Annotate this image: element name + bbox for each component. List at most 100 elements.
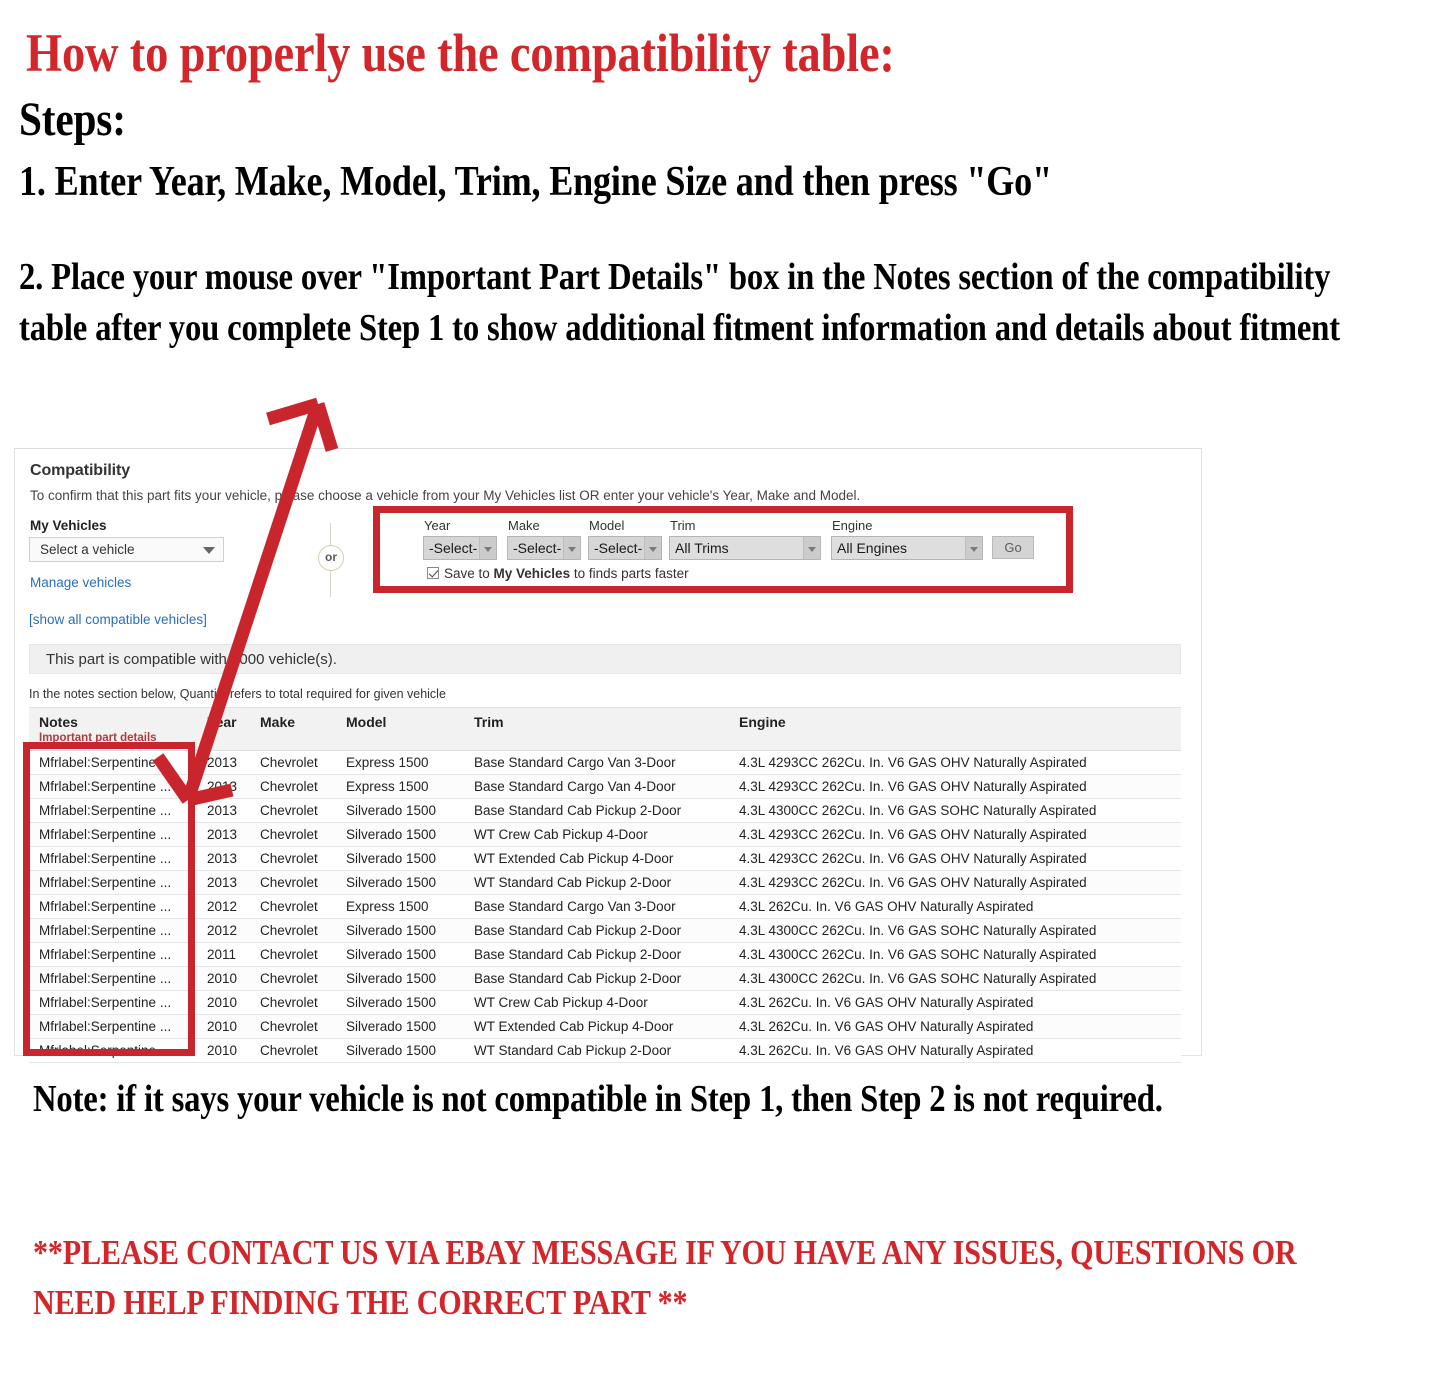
table-row[interactable]: Mfrlabel:Serpentine ... 2013 Chevrolet Silv…	[29, 870, 1181, 895]
table-row[interactable]: Mfrlabel:Serpentine ... 2013 Chevrolet Silv…	[29, 846, 1181, 871]
table-row[interactable]: Mfrlabel:Serpentine ... 2013 Chevrolet Silv…	[29, 798, 1181, 823]
cell-make: Chevrolet	[250, 942, 336, 967]
cell-engine: 4.3L 4300CC 262Cu. In. V6 GAS SOHC Natur…	[729, 942, 1181, 967]
table-row[interactable]: Mfrlabel:Serpentine ... 2010 Chevrolet Silv…	[29, 966, 1181, 991]
cell-year: 2012	[197, 918, 250, 943]
year-dropdown[interactable]: -Select-	[423, 536, 497, 560]
cell-trim: Base Standard Cargo Van 3-Door	[464, 894, 729, 919]
save-to-my-vehicles-row[interactable]: Save to My Vehicles to finds parts faste…	[427, 566, 689, 581]
column-header-trim[interactable]: Trim	[464, 707, 729, 751]
cell-notes: Mfrlabel:Serpentine ...	[29, 966, 197, 991]
compatibility-heading: Compatibility	[30, 462, 131, 479]
cell-make: Chevrolet	[250, 966, 336, 991]
cell-engine: 4.3L 4300CC 262Cu. In. V6 GAS SOHC Natur…	[729, 966, 1181, 991]
cell-engine: 4.3L 262Cu. In. V6 GAS OHV Naturally Asp…	[729, 894, 1181, 919]
cell-make: Chevrolet	[250, 798, 336, 823]
cell-make: Chevrolet	[250, 1014, 336, 1039]
table-row[interactable]: Mfrlabel:Serpentine ... 2013 Chevrolet Expr…	[29, 750, 1181, 775]
cell-trim: WT Extended Cab Pickup 4-Door	[464, 1014, 729, 1039]
steps-label: Steps:	[19, 93, 126, 146]
engine-label: Engine	[832, 518, 873, 533]
cell-make: Chevrolet	[250, 774, 336, 799]
table-row[interactable]: Mfrlabel:Serpentine ... 2013 Chevrolet Silv…	[29, 822, 1181, 847]
cell-notes: Mfrlabel:Serpentine ...	[29, 750, 197, 775]
page-title: How to properly use the compatibility ta…	[26, 23, 895, 83]
cell-trim: WT Crew Cab Pickup 4-Door	[464, 990, 729, 1015]
manage-vehicles-link[interactable]: Manage vehicles	[30, 575, 131, 590]
cell-make: Chevrolet	[250, 990, 336, 1015]
table-row[interactable]: Mfrlabel:Serpentine ... 2010 Chevrolet Silv…	[29, 1038, 1181, 1063]
cell-engine: 4.3L 4300CC 262Cu. In. V6 GAS SOHC Natur…	[729, 918, 1181, 943]
cell-engine: 4.3L 262Cu. In. V6 GAS OHV Naturally Asp…	[729, 1014, 1181, 1039]
my-vehicles-label: My Vehicles	[30, 518, 107, 533]
cell-model: Silverado 1500	[336, 1038, 464, 1063]
table-row[interactable]: Mfrlabel:Serpentine ... 2010 Chevrolet Silv…	[29, 990, 1181, 1015]
save-to-my-vehicles-checkbox[interactable]	[427, 567, 439, 579]
step-2-text: 2. Place your mouse over "Important Part…	[19, 256, 1340, 349]
cell-make: Chevrolet	[250, 750, 336, 775]
table-row[interactable]: Mfrlabel:Serpentine ... 2013 Chevrolet Expr…	[29, 774, 1181, 799]
table-header-row: Notes Important part details Year Make M…	[29, 707, 1181, 751]
cell-model: Silverado 1500	[336, 870, 464, 895]
cell-engine: 4.3L 4293CC 262Cu. In. V6 GAS OHV Natura…	[729, 870, 1181, 895]
cell-make: Chevrolet	[250, 1038, 336, 1063]
engine-value: All Engines	[837, 540, 908, 556]
show-all-compatible-vehicles-link[interactable]: [show all compatible vehicles]	[29, 612, 207, 627]
column-header-year[interactable]: Year	[197, 707, 250, 751]
chevron-down-icon	[965, 537, 982, 559]
trim-dropdown[interactable]: All Trims	[669, 536, 821, 560]
cell-make: Chevrolet	[250, 918, 336, 943]
cell-trim: WT Standard Cab Pickup 2-Door	[464, 1038, 729, 1063]
cell-make: Chevrolet	[250, 894, 336, 919]
cell-year: 2013	[197, 750, 250, 775]
cell-year: 2013	[197, 798, 250, 823]
table-row[interactable]: Mfrlabel:Serpentine ... 2011 Chevrolet Silv…	[29, 942, 1181, 967]
chevron-down-icon	[563, 537, 580, 559]
cell-model: Silverado 1500	[336, 966, 464, 991]
save-prefix-label: Save to	[444, 566, 494, 581]
or-divider: or	[318, 523, 344, 597]
cell-notes: Mfrlabel:Serpentine ...	[29, 942, 197, 967]
cell-trim: WT Crew Cab Pickup 4-Door	[464, 822, 729, 847]
cell-model: Express 1500	[336, 750, 464, 775]
cell-model: Silverado 1500	[336, 798, 464, 823]
compatibility-table: Notes Important part details Year Make M…	[29, 707, 1181, 1063]
contact-text: **PLEASE CONTACT US VIA EBAY MESSAGE IF …	[33, 1233, 1297, 1322]
cell-engine: 4.3L 4293CC 262Cu. In. V6 GAS OHV Natura…	[729, 774, 1181, 799]
column-header-notes[interactable]: Notes Important part details	[29, 707, 197, 751]
cell-make: Chevrolet	[250, 822, 336, 847]
or-label: or	[318, 545, 344, 571]
make-dropdown[interactable]: -Select-	[507, 536, 581, 560]
model-value: -Select-	[594, 540, 643, 556]
vehicle-select-value: Select a vehicle	[40, 542, 135, 557]
table-row[interactable]: Mfrlabel:Serpentine ... 2012 Chevrolet Expr…	[29, 894, 1181, 919]
cell-trim: Base Standard Cab Pickup 2-Door	[464, 966, 729, 991]
cell-year: 2010	[197, 966, 250, 991]
column-header-engine[interactable]: Engine	[729, 707, 1181, 751]
go-button[interactable]: Go	[992, 536, 1034, 559]
chevron-down-icon	[644, 537, 661, 559]
cell-model: Silverado 1500	[336, 1014, 464, 1039]
trim-label: Trim	[670, 518, 696, 533]
column-header-model[interactable]: Model	[336, 707, 464, 751]
cell-make: Chevrolet	[250, 846, 336, 871]
chevron-down-icon	[803, 537, 820, 559]
cell-year: 2013	[197, 774, 250, 799]
cell-model: Silverado 1500	[336, 918, 464, 943]
step-1-text: 1. Enter Year, Make, Model, Trim, Engine…	[19, 159, 1052, 205]
cell-trim: WT Extended Cab Pickup 4-Door	[464, 846, 729, 871]
cell-model: Express 1500	[336, 774, 464, 799]
cell-trim: WT Standard Cab Pickup 2-Door	[464, 870, 729, 895]
engine-dropdown[interactable]: All Engines	[831, 536, 983, 560]
compatibility-count-bar: This part is compatible with 1000 vehicl…	[29, 644, 1181, 674]
notes-header-label: Notes	[39, 714, 78, 730]
cell-year: 2010	[197, 1014, 250, 1039]
save-bold-label: My Vehicles	[493, 566, 571, 581]
vehicle-select-dropdown[interactable]: Select a vehicle	[29, 537, 224, 562]
table-row[interactable]: Mfrlabel:Serpentine ... 2010 Chevrolet Silv…	[29, 1014, 1181, 1039]
cell-notes: Mfrlabel:Serpentine ...	[29, 918, 197, 943]
model-dropdown[interactable]: -Select-	[588, 536, 662, 560]
column-header-make[interactable]: Make	[250, 707, 336, 751]
cell-trim: Base Standard Cab Pickup 2-Door	[464, 918, 729, 943]
table-row[interactable]: Mfrlabel:Serpentine ... 2012 Chevrolet Silv…	[29, 918, 1181, 943]
